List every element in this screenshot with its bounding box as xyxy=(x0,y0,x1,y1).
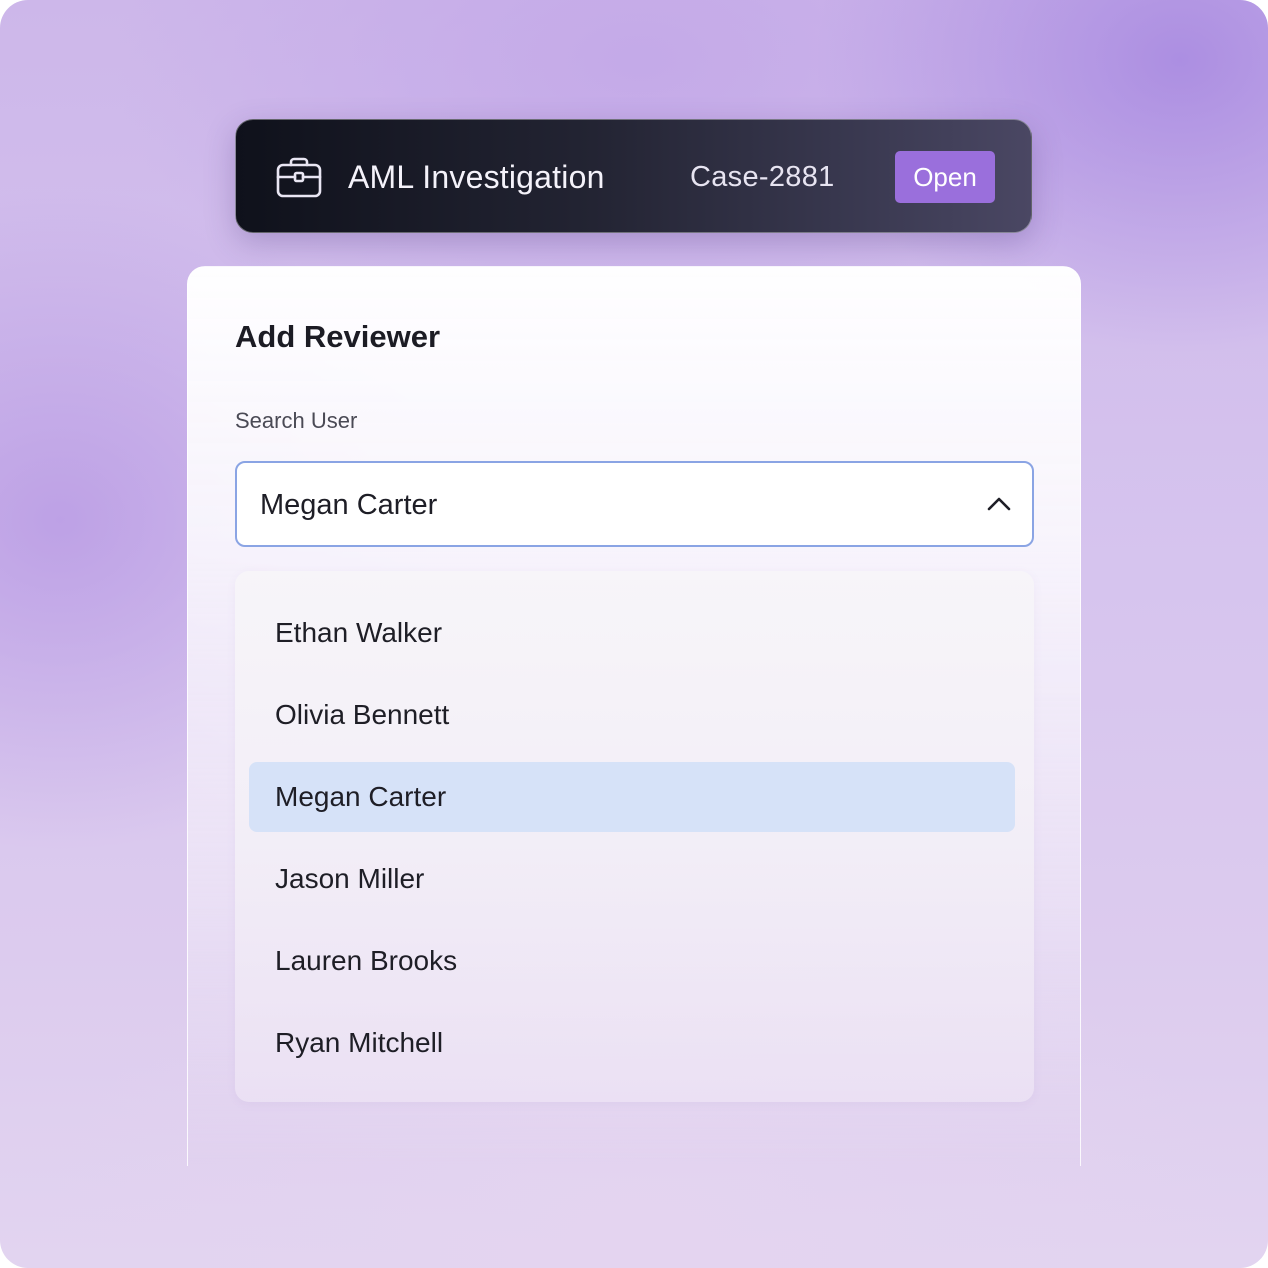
list-item[interactable]: Lauren Brooks xyxy=(249,926,1015,996)
case-id: Case-2881 xyxy=(690,161,835,193)
user-select[interactable]: Megan Carter xyxy=(235,461,1034,547)
case-title: AML Investigation xyxy=(348,159,605,195)
option-label: Jason Miller xyxy=(275,863,425,894)
list-item[interactable]: Olivia Bennett xyxy=(249,680,1015,750)
user-dropdown-list: Ethan Walker Olivia Bennett Megan Carter… xyxy=(235,571,1034,1102)
list-item[interactable]: Ethan Walker xyxy=(249,598,1015,668)
list-item[interactable]: Jason Miller xyxy=(249,844,1015,914)
background: AML Investigation Case-2881 Open Add Rev… xyxy=(0,0,1268,1268)
option-label: Ethan Walker xyxy=(275,617,443,648)
briefcase-icon xyxy=(276,156,322,198)
list-item-selected[interactable]: Megan Carter xyxy=(249,762,1015,832)
chevron-up-icon[interactable] xyxy=(986,493,1012,515)
search-user-label: Search User xyxy=(235,408,358,433)
option-label: Lauren Brooks xyxy=(275,945,458,976)
status-badge[interactable]: Open xyxy=(895,151,995,203)
list-item[interactable]: Ryan Mitchell xyxy=(249,1008,1015,1078)
case-header-bar: AML Investigation Case-2881 Open xyxy=(235,119,1032,233)
user-select-value: Megan Carter xyxy=(260,489,438,521)
card-title: Add Reviewer xyxy=(235,319,441,354)
option-label: Megan Carter xyxy=(275,781,447,812)
option-label: Ryan Mitchell xyxy=(275,1027,444,1058)
option-label: Olivia Bennett xyxy=(275,699,450,730)
add-reviewer-card: Add Reviewer Search User Megan Carter Et… xyxy=(187,266,1081,1166)
